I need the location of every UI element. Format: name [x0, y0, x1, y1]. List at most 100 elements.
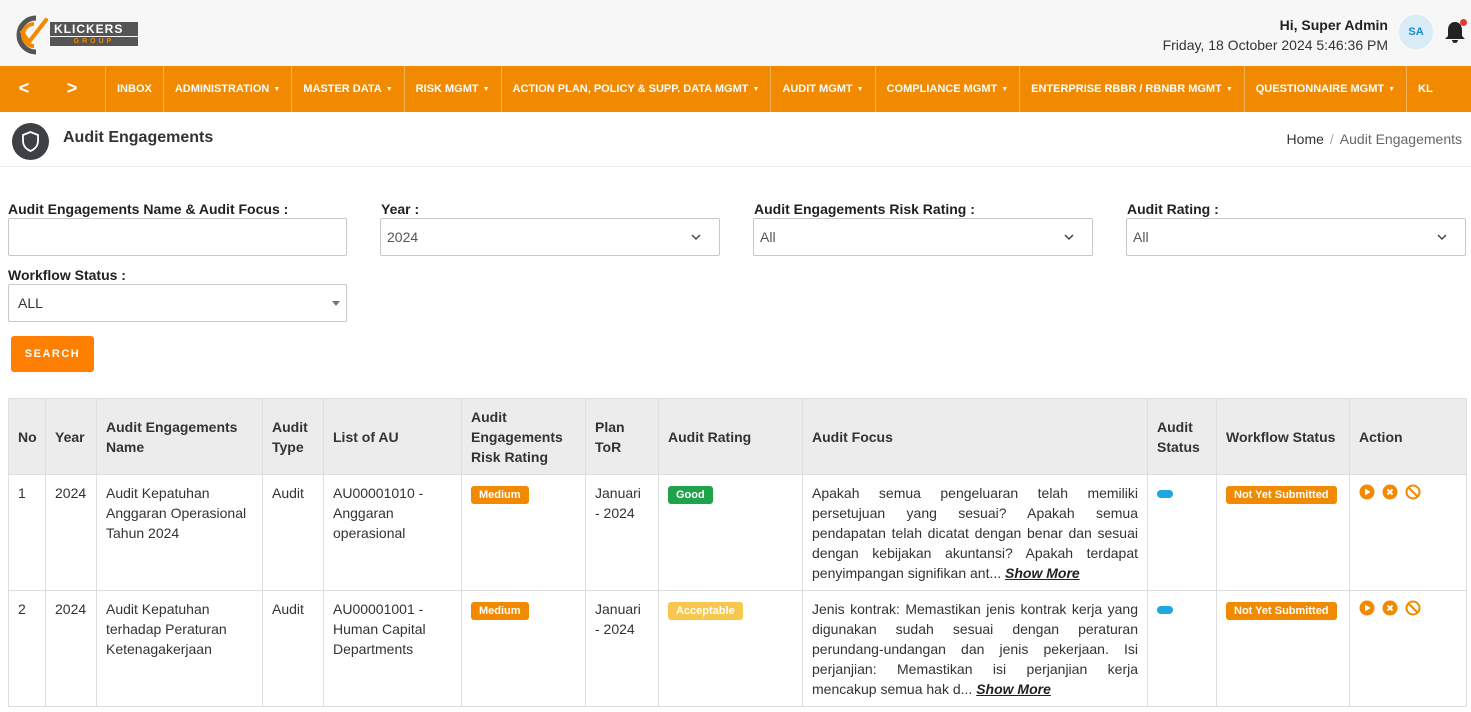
nav-item-risk-mgmt[interactable]: RISK MGMT ▼ — [403, 66, 501, 112]
chevron-down-icon — [691, 234, 701, 241]
workflow-status-select[interactable]: ALL — [8, 284, 347, 322]
cell-risk: Medium — [461, 590, 586, 707]
col-header-au[interactable]: List of AU — [323, 398, 462, 475]
audit-rating-filter-label: Audit Rating : — [1127, 201, 1219, 217]
name-filter-input[interactable] — [8, 218, 347, 256]
audit-status-indicator — [1157, 490, 1173, 498]
cell-status — [1147, 474, 1217, 591]
nav-item-label: ENTERPRISE RBBR / RBNBR MGMT — [1031, 83, 1222, 95]
main-nav: < > INBOX ADMINISTRATION ▼ MASTER DATA ▼ R… — [0, 66, 1471, 112]
nav-item-questionnaire-mgmt[interactable]: QUESTIONNAIRE MGMT ▼ — [1243, 66, 1406, 112]
show-more-link[interactable]: Show More — [976, 681, 1051, 697]
workflow-select-value: ALL — [18, 295, 43, 311]
col-header-rating[interactable]: Audit Rating — [658, 398, 803, 475]
breadcrumb: Home / Audit Engagements — [1287, 131, 1462, 147]
col-header-tor[interactable]: Plan ToR — [585, 398, 659, 475]
nav-item-audit-mgmt[interactable]: AUDIT MGMT ▼ — [770, 66, 874, 112]
nav-item-administration[interactable]: ADMINISTRATION ▼ — [162, 66, 291, 112]
search-button[interactable]: SEARCH — [11, 336, 94, 372]
nav-item-label: INBOX — [117, 83, 152, 95]
cell-au: AU00001010 - Anggaran operasional — [323, 474, 462, 591]
caret-down-icon: ▼ — [752, 86, 760, 93]
cancel-circle-icon[interactable] — [1382, 484, 1398, 500]
caret-down-icon: ▼ — [1001, 86, 1009, 93]
table-header-row: No Year Audit Engagements Name Audit Typ… — [8, 398, 1467, 475]
user-avatar[interactable]: SA — [1399, 15, 1433, 49]
cell-year: 2024 — [45, 590, 97, 707]
col-header-type[interactable]: Audit Type — [262, 398, 324, 475]
nav-prev-icon[interactable]: < — [0, 66, 48, 112]
audit-status-indicator — [1157, 606, 1173, 614]
nav-item-label: KL — [1418, 83, 1433, 95]
nav-item-action-plan[interactable]: ACTION PLAN, POLICY & SUPP. DATA MGMT ▼ — [500, 66, 771, 112]
risk-select-value: All — [760, 229, 776, 245]
cell-workflow: Not Yet Submitted — [1216, 590, 1350, 707]
nav-items: INBOX ADMINISTRATION ▼ MASTER DATA ▼ RISK … — [105, 66, 1444, 112]
shield-icon — [12, 123, 49, 160]
year-select[interactable]: 2024 — [380, 218, 720, 256]
nav-item-label: AUDIT MGMT — [782, 83, 853, 95]
page-title: Audit Engagements — [63, 129, 214, 146]
logo-text: KLICKERS GROUP — [50, 22, 138, 46]
name-filter-label: Audit Engagements Name & Audit Focus : — [8, 201, 289, 217]
col-header-name[interactable]: Audit Engagements Name — [96, 398, 263, 475]
rating-badge: Good — [668, 486, 713, 504]
cell-no: 1 — [8, 474, 46, 591]
cell-action — [1349, 590, 1467, 707]
nav-item-compliance-mgmt[interactable]: COMPLIANCE MGMT ▼ — [874, 66, 1020, 112]
col-header-year[interactable]: Year — [45, 398, 97, 475]
col-header-risk[interactable]: Audit Engagements Risk Rating — [461, 398, 586, 475]
nav-next-icon[interactable]: > — [48, 66, 96, 112]
nav-item-enterprise-rbbr[interactable]: ENTERPRISE RBBR / RBNBR MGMT ▼ — [1019, 66, 1244, 112]
shield-glyph-icon — [22, 131, 39, 152]
cell-no: 2 — [8, 590, 46, 707]
nav-item-kl[interactable]: KL — [1406, 66, 1444, 112]
year-filter-label: Year : — [381, 201, 420, 217]
cell-type: Audit — [262, 474, 324, 591]
caret-down-icon: ▼ — [482, 86, 490, 93]
risk-rating-select[interactable]: All — [753, 218, 1093, 256]
cell-year: 2024 — [45, 474, 97, 591]
play-icon[interactable] — [1359, 600, 1375, 616]
table-row: 2 2024 Audit Kepatuhan terhadap Peratura… — [8, 590, 1467, 707]
cell-name: Audit Kepatuhan Anggaran Operasional Tah… — [96, 474, 263, 591]
row-actions — [1359, 599, 1457, 616]
risk-badge: Medium — [471, 486, 529, 504]
risk-filter-label: Audit Engagements Risk Rating : — [754, 201, 975, 217]
user-greeting: Hi, Super Admin — [1279, 17, 1388, 33]
col-header-no[interactable]: No — [8, 398, 46, 475]
nav-item-inbox[interactable]: INBOX — [105, 66, 163, 112]
caret-down-icon: ▼ — [385, 86, 393, 93]
play-icon[interactable] — [1359, 484, 1375, 500]
breadcrumb-current: Audit Engagements — [1339, 131, 1462, 147]
workflow-badge: Not Yet Submitted — [1226, 486, 1337, 504]
notification-dot — [1460, 19, 1467, 26]
cell-tor: Januari - 2024 — [585, 590, 659, 707]
col-header-focus[interactable]: Audit Focus — [802, 398, 1148, 475]
cell-risk: Medium — [461, 474, 586, 591]
audit-rating-select[interactable]: All — [1126, 218, 1466, 256]
page-header: Audit Engagements Home / Audit Engagements — [0, 112, 1471, 167]
ban-icon[interactable] — [1405, 600, 1421, 616]
nav-item-label: ADMINISTRATION — [174, 83, 270, 95]
col-header-status[interactable]: Audit Status — [1147, 398, 1217, 475]
nav-item-label: QUESTIONNAIRE MGMT — [1255, 83, 1385, 95]
logo-mark-icon — [16, 15, 48, 55]
ban-icon[interactable] — [1405, 484, 1421, 500]
workflow-badge: Not Yet Submitted — [1226, 602, 1337, 620]
klickers-logo[interactable]: KLICKERS GROUP — [10, 10, 138, 58]
workflow-filter-label: Workflow Status : — [8, 267, 126, 283]
show-more-link[interactable]: Show More — [1005, 565, 1080, 581]
nav-item-label: COMPLIANCE MGMT — [886, 83, 998, 95]
breadcrumb-home[interactable]: Home — [1287, 131, 1324, 147]
cell-focus: Apakah semua pengeluaran telah memiliki … — [802, 474, 1148, 591]
caret-down-icon: ▼ — [1388, 86, 1396, 93]
col-header-workflow[interactable]: Workflow Status — [1216, 398, 1350, 475]
cancel-circle-icon[interactable] — [1382, 600, 1398, 616]
row-actions — [1359, 483, 1457, 500]
nav-item-master-data[interactable]: MASTER DATA ▼ — [291, 66, 403, 112]
top-header: KLICKERS GROUP Hi, Super Admin Friday, 1… — [0, 0, 1471, 66]
cell-tor: Januari - 2024 — [585, 474, 659, 591]
cell-focus: Jenis kontrak: Memastikan jenis kontrak … — [802, 590, 1148, 707]
cell-workflow: Not Yet Submitted — [1216, 474, 1350, 591]
